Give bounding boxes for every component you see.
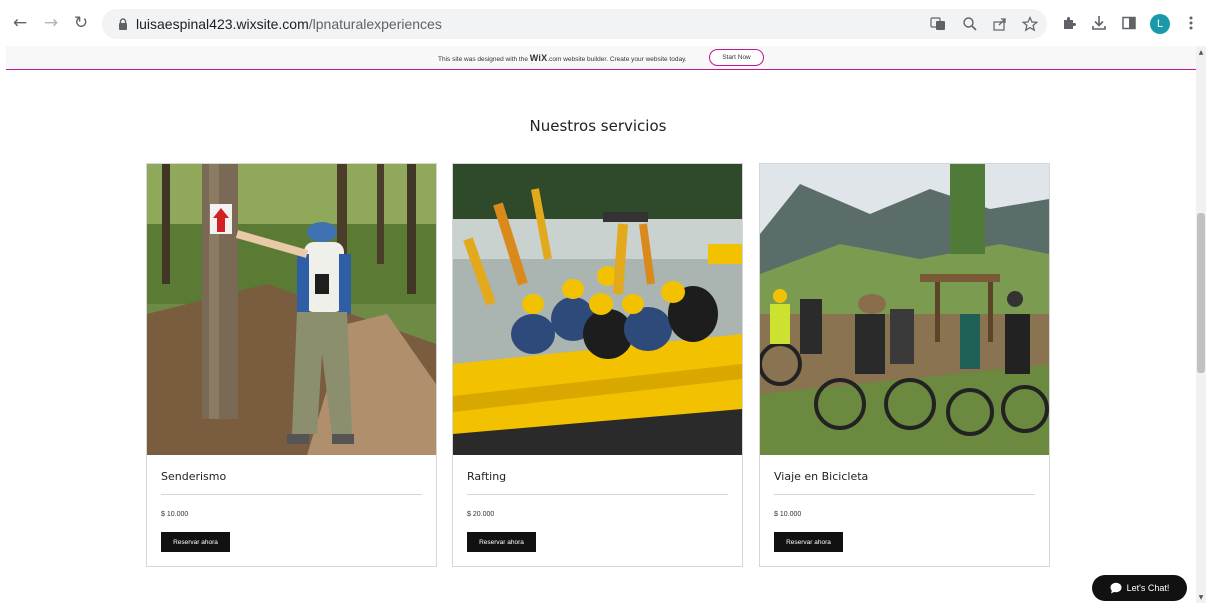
service-card-rafting[interactable]: Rafting $ 20.000 Reservar ahora: [452, 163, 743, 567]
start-now-button[interactable]: Start Now: [709, 49, 764, 66]
wix-logo: WiX: [529, 53, 548, 63]
wix-banner-text: This site was designed with the WiX.com …: [438, 53, 687, 63]
hiking-photo[interactable]: [147, 164, 436, 455]
wix-banner: This site was designed with the WiX.com …: [6, 46, 1196, 70]
divider: [467, 494, 728, 495]
service-card-bicicleta[interactable]: Viaje en Bicicleta $ 10.000 Reservar aho…: [759, 163, 1050, 567]
address-bar[interactable]: luisaespinal423.wixsite.com/lpnaturalexp…: [102, 9, 1047, 39]
browser-toolbar: ← → ↻ luisaespinal423.wixsite.com/lpnatu…: [0, 0, 1206, 46]
book-now-button[interactable]: Reservar ahora: [161, 532, 230, 552]
back-arrow-icon[interactable]: ←: [10, 13, 30, 33]
rafting-photo[interactable]: [453, 164, 742, 455]
url-path: /lpnaturalexperiences: [308, 16, 442, 32]
reload-icon[interactable]: ↻: [71, 13, 91, 33]
book-now-button[interactable]: Reservar ahora: [467, 532, 536, 552]
service-card-senderismo[interactable]: Senderismo $ 10.000 Reservar ahora: [146, 163, 437, 567]
service-name[interactable]: Senderismo: [161, 470, 226, 483]
extensions-icon[interactable]: [1059, 13, 1079, 33]
side-panel-icon[interactable]: [1119, 13, 1139, 33]
chat-bubble-icon: [1110, 582, 1122, 594]
service-name[interactable]: Rafting: [467, 470, 506, 483]
url-text: luisaespinal423.wixsite.com/lpnaturalexp…: [136, 16, 442, 32]
forward-arrow-icon[interactable]: →: [41, 13, 61, 33]
zoom-icon[interactable]: [961, 15, 979, 33]
service-price: $ 10.000: [161, 511, 189, 518]
section-title: Nuestros servicios: [529, 117, 667, 135]
lock-icon: [119, 18, 127, 30]
lets-chat-label: Let's Chat!: [1126, 583, 1170, 593]
wix-banner-text-after: .com website builder. Create your websit…: [547, 56, 687, 63]
wix-banner-text-before: This site was designed with the: [438, 56, 530, 63]
profile-avatar[interactable]: L: [1150, 14, 1170, 34]
divider: [774, 494, 1035, 495]
divider: [161, 494, 422, 495]
menu-kebab-icon[interactable]: [1181, 13, 1201, 33]
share-icon[interactable]: [991, 15, 1009, 33]
service-price: $ 20.000: [467, 511, 495, 518]
service-name[interactable]: Viaje en Bicicleta: [774, 470, 868, 483]
bookmark-star-icon[interactable]: [1021, 15, 1039, 33]
translate-icon[interactable]: [929, 15, 947, 33]
scrollbar-thumb[interactable]: [1197, 213, 1205, 373]
lets-chat-button[interactable]: Let's Chat!: [1092, 575, 1187, 601]
scroll-up-arrow-icon[interactable]: ▲: [1197, 49, 1205, 57]
scroll-down-arrow-icon[interactable]: ▼: [1197, 594, 1205, 602]
download-icon[interactable]: [1089, 13, 1109, 33]
cycling-photo[interactable]: [760, 164, 1049, 455]
url-host: luisaespinal423.wixsite.com: [136, 16, 309, 32]
service-price: $ 10.000: [774, 511, 802, 518]
book-now-button[interactable]: Reservar ahora: [774, 532, 843, 552]
